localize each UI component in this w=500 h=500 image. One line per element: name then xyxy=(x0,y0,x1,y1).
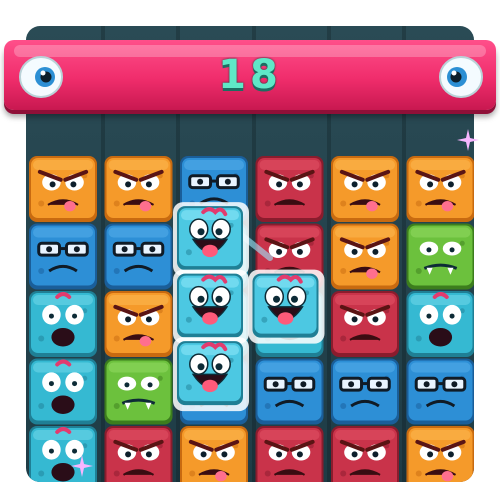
blue-glasses-monster-tile[interactable] xyxy=(104,223,173,290)
blue-glasses-monster-tile[interactable] xyxy=(255,358,324,425)
blue-glasses-monster-tile[interactable] xyxy=(180,358,248,425)
red-angry-monster-tile[interactable] xyxy=(331,291,399,357)
orange-angry-monster-tile[interactable] xyxy=(406,156,475,222)
orange-angry-monster-tile[interactable] xyxy=(104,156,173,222)
red-angry-monster-tile[interactable] xyxy=(104,426,173,482)
cyan-scared-monster-tile[interactable] xyxy=(406,291,475,357)
sparkle-icon xyxy=(71,455,93,477)
blue-glasses-monster-tile[interactable] xyxy=(406,358,475,425)
orange-angry-monster-tile[interactable] xyxy=(406,426,475,482)
red-angry-monster-tile[interactable] xyxy=(255,426,324,482)
right-eye-icon xyxy=(439,56,483,98)
red-angry-monster-tile[interactable] xyxy=(331,426,399,482)
red-angry-monster-tile[interactable] xyxy=(255,223,324,290)
cyan-monster-tile[interactable] xyxy=(255,291,324,357)
cyan-monster-tile[interactable] xyxy=(180,291,248,357)
orange-angry-monster-tile[interactable] xyxy=(331,223,399,290)
blue-glasses-monster-tile[interactable] xyxy=(29,223,97,290)
blue-glasses-monster-tile[interactable] xyxy=(180,156,248,222)
cyan-scared-monster-tile[interactable] xyxy=(29,291,97,357)
orange-angry-monster-tile[interactable] xyxy=(180,426,248,482)
cyan-scared-monster-tile[interactable] xyxy=(29,358,97,425)
green-monster-tile[interactable] xyxy=(104,358,173,425)
banner-body: 18 xyxy=(4,40,496,110)
blue-glasses-monster-tile[interactable] xyxy=(331,358,399,425)
left-eye-icon xyxy=(19,56,63,98)
green-monster-tile[interactable] xyxy=(406,223,475,290)
score-banner: 18 xyxy=(4,40,496,120)
game-screen: 18 xyxy=(0,0,500,500)
cyan-monster-tile[interactable] xyxy=(180,223,248,290)
orange-angry-monster-tile[interactable] xyxy=(331,156,399,222)
orange-angry-monster-tile[interactable] xyxy=(104,291,173,357)
score-counter: 18 xyxy=(218,52,282,98)
red-angry-monster-tile[interactable] xyxy=(255,156,324,222)
orange-angry-monster-tile[interactable] xyxy=(29,156,97,222)
sparkle-icon xyxy=(457,129,479,151)
